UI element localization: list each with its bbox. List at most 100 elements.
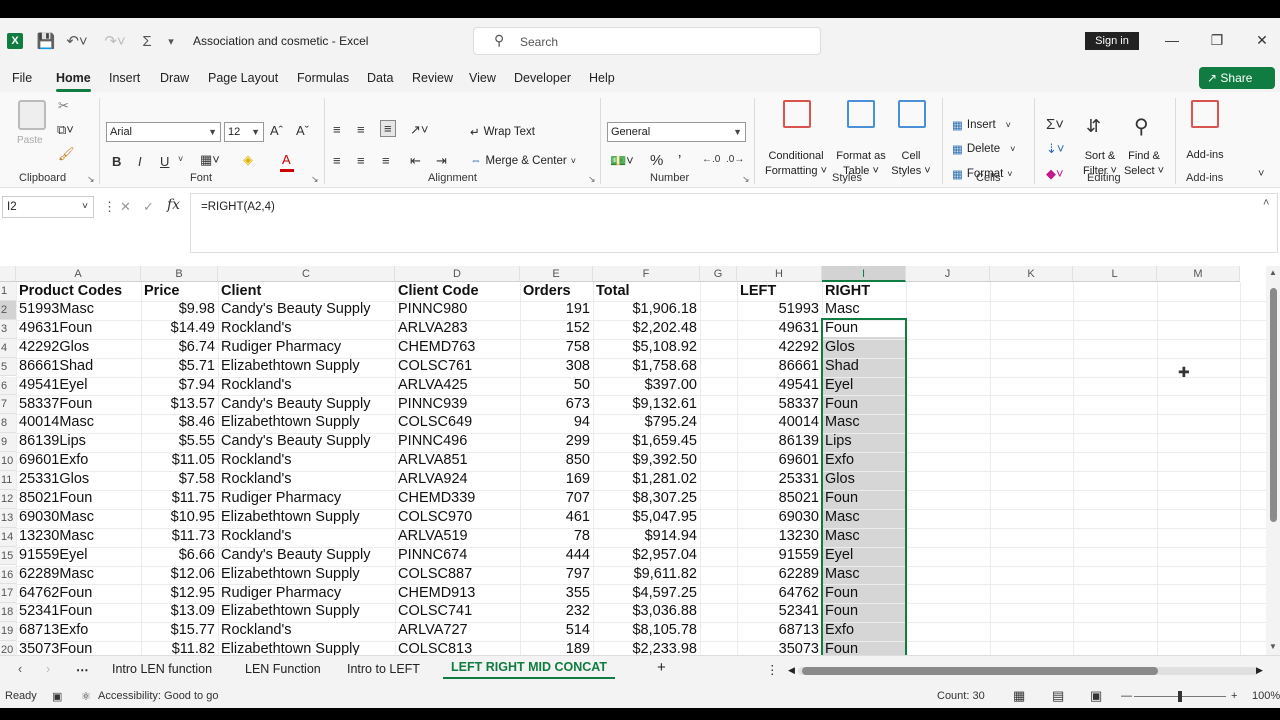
table-cell[interactable]: $6.74	[141, 338, 218, 357]
table-cell[interactable]: COLSC761	[395, 357, 520, 376]
table-cell[interactable]: 52341Foun	[16, 602, 141, 621]
column-header-a[interactable]: A	[16, 266, 141, 282]
table-cell[interactable]: 51993Masc	[16, 300, 141, 319]
prev-sheet-icon[interactable]: ‹	[18, 662, 22, 676]
sign-in-button[interactable]: Sign in	[1085, 32, 1139, 50]
row-header-20[interactable]: 20	[0, 641, 16, 655]
header-cell[interactable]: Orders	[520, 282, 593, 301]
accounting-icon[interactable]: 💵˅	[610, 153, 634, 169]
table-cell[interactable]: Rockland's	[218, 451, 395, 470]
conditional-formatting-icon[interactable]	[783, 100, 811, 128]
table-cell[interactable]: COLSC649	[395, 413, 520, 432]
name-box[interactable]: I2 ˅	[2, 196, 94, 218]
save-icon[interactable]: 💾	[36, 30, 56, 52]
decrease-indent-icon[interactable]: ⇤	[410, 153, 421, 169]
table-cell[interactable]: 52341	[737, 602, 822, 621]
row-header-9[interactable]: 9	[0, 433, 16, 453]
table-cell[interactable]: $13.09	[141, 602, 218, 621]
table-cell[interactable]: ARLVA425	[395, 376, 520, 395]
enter-icon[interactable]: ✓	[143, 199, 154, 215]
table-cell[interactable]: 62289	[737, 565, 822, 584]
table-cell[interactable]: 191	[520, 300, 593, 319]
table-cell[interactable]: Elizabethtown Supply	[218, 508, 395, 527]
table-cell[interactable]: 40014	[737, 413, 822, 432]
bold-icon[interactable]: B	[112, 154, 121, 169]
share-button[interactable]: ↗ Share	[1199, 67, 1275, 89]
tab-draw[interactable]: Draw	[160, 71, 189, 85]
table-cell[interactable]: $2,233.98	[593, 640, 700, 655]
header-cell[interactable]: Client	[218, 282, 395, 301]
table-cell[interactable]: 444	[520, 546, 593, 565]
font-launcher-icon[interactable]: ↘	[311, 174, 319, 185]
next-sheet-icon[interactable]: ›	[46, 662, 50, 676]
table-cell[interactable]: 25331Glos	[16, 470, 141, 489]
table-cell[interactable]: 797	[520, 565, 593, 584]
table-cell[interactable]: COLSC887	[395, 565, 520, 584]
font-name-dropdown[interactable]: Arial ▼	[106, 122, 221, 142]
column-header-e[interactable]: E	[520, 266, 593, 282]
table-cell[interactable]: Elizabethtown Supply	[218, 565, 395, 584]
insert-cells-button[interactable]: ▦ Insert ˅	[952, 118, 1011, 132]
paste-icon[interactable]	[18, 100, 46, 130]
add-ins-button[interactable]: Add-ins	[1180, 149, 1230, 161]
formula-input[interactable]: =RIGHT(A2,4)	[190, 193, 1278, 253]
table-cell[interactable]: 152	[520, 319, 593, 338]
sheet-tab-len-function[interactable]: LEN Function	[245, 662, 321, 676]
copy-icon[interactable]: ⧉˅	[57, 122, 74, 138]
delete-cells-button[interactable]: ▦ Delete ˅	[952, 142, 1015, 156]
column-header-j[interactable]: J	[906, 266, 990, 282]
table-cell[interactable]: $5,108.92	[593, 338, 700, 357]
table-cell[interactable]: 58337Foun	[16, 395, 141, 414]
table-cell[interactable]: $15.77	[141, 621, 218, 640]
table-cell[interactable]: 68713	[737, 621, 822, 640]
zoom-in-icon[interactable]: +	[1231, 690, 1237, 702]
table-cell[interactable]: $12.06	[141, 565, 218, 584]
cancel-icon[interactable]: ✕	[120, 199, 131, 215]
alignment-launcher-icon[interactable]: ↘	[588, 174, 596, 185]
cell-styles-icon[interactable]	[898, 100, 926, 128]
horizontal-scroll-thumb[interactable]	[802, 667, 1158, 675]
tab-formulas[interactable]: Formulas	[297, 71, 349, 85]
table-cell[interactable]: $7.94	[141, 376, 218, 395]
table-cell[interactable]: $9,392.50	[593, 451, 700, 470]
row-header-4[interactable]: 4	[0, 338, 16, 358]
zoom-level[interactable]: 100%	[1252, 690, 1280, 702]
align-center-icon[interactable]: ≡	[357, 153, 365, 168]
row-header-10[interactable]: 10	[0, 452, 16, 471]
row-header-5[interactable]: 5	[0, 357, 16, 377]
collapse-ribbon-icon[interactable]: ˅	[1258, 168, 1264, 180]
header-cell[interactable]: Total	[593, 282, 700, 301]
zoom-slider-thumb[interactable]	[1178, 691, 1182, 702]
tab-help[interactable]: Help	[589, 71, 615, 85]
clipboard-launcher-icon[interactable]: ↘	[87, 174, 95, 185]
table-cell[interactable]: 232	[520, 602, 593, 621]
conditional-formatting-button[interactable]: Conditional Formatting ˅	[762, 149, 830, 179]
wrap-text-button[interactable]: ↵ Wrap Text	[470, 125, 535, 139]
table-cell[interactable]: 86661	[737, 357, 822, 376]
row-header-3[interactable]: 3	[0, 319, 16, 339]
align-middle-icon[interactable]: ≡	[357, 122, 365, 137]
column-header-m[interactable]: M	[1157, 266, 1240, 282]
table-cell[interactable]: 51993	[737, 300, 822, 319]
format-painter-icon[interactable]: 🖌	[58, 146, 75, 162]
table-cell[interactable]: $11.05	[141, 451, 218, 470]
tab-insert[interactable]: Insert	[109, 71, 140, 85]
italic-icon[interactable]: I	[138, 154, 142, 169]
table-cell[interactable]: $795.24	[593, 413, 700, 432]
autosum-icon[interactable]: Σ	[138, 30, 156, 52]
column-header-b[interactable]: B	[141, 266, 218, 282]
table-cell[interactable]: $1,281.02	[593, 470, 700, 489]
column-header-l[interactable]: L	[1073, 266, 1157, 282]
row-header-14[interactable]: 14	[0, 527, 16, 547]
column-header-h[interactable]: H	[737, 266, 822, 282]
row-header-17[interactable]: 17	[0, 584, 16, 604]
table-cell[interactable]: $3,036.88	[593, 602, 700, 621]
table-cell[interactable]: 69030	[737, 508, 822, 527]
worksheet-grid[interactable]: A B C D E F G H I J K L M 1 2 3 4 5 6 7 8 9 10 11 12 13 14 15 16 17 18…	[0, 266, 1266, 655]
table-cell[interactable]: Candy's Beauty Supply	[218, 395, 395, 414]
table-cell[interactable]: 49541	[737, 376, 822, 395]
table-cell[interactable]: COLSC970	[395, 508, 520, 527]
collapse-formula-icon[interactable]: ˄	[1263, 197, 1269, 209]
undo-icon[interactable]: ↶˅	[63, 30, 91, 52]
table-cell[interactable]: $14.49	[141, 319, 218, 338]
